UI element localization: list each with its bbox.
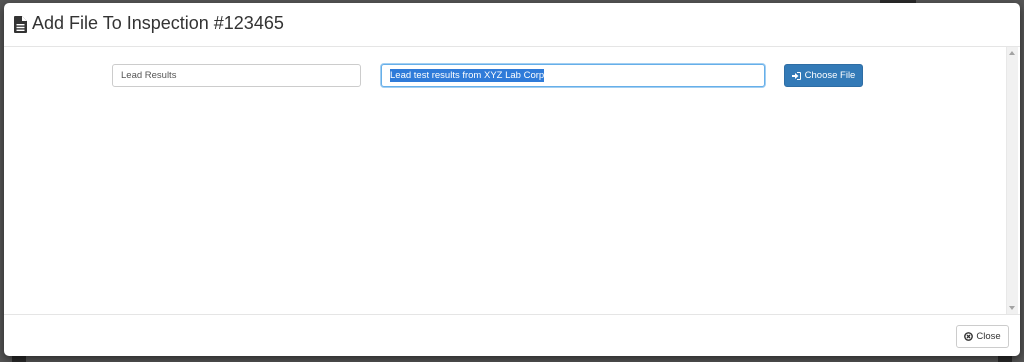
close-button[interactable]: Close [956,325,1009,348]
times-circle-icon [964,332,974,341]
add-file-modal: Add File To Inspection #123465 Lead test… [4,3,1020,356]
sign-in-icon [791,71,801,80]
file-text-icon [14,16,27,33]
modal-title: Add File To Inspection #123465 [32,13,284,33]
modal-footer: Close [4,314,1020,356]
scroll-down-arrow-icon[interactable] [1009,306,1015,310]
close-label: Close [976,331,1001,342]
modal-body: Lead test results from XYZ Lab Corp Choo… [4,47,1020,314]
description-selected-text: Lead test results from XYZ Lab Corp [390,69,545,82]
scroll-up-arrow-icon[interactable] [1009,51,1015,55]
modal-scrollbar[interactable] [1006,47,1018,314]
file-description-input[interactable]: Lead test results from XYZ Lab Corp [381,64,765,87]
file-name-input[interactable] [112,64,361,87]
choose-file-button[interactable]: Choose File [784,64,863,87]
modal-header: Add File To Inspection #123465 [4,3,1020,47]
choose-file-label: Choose File [804,70,856,81]
